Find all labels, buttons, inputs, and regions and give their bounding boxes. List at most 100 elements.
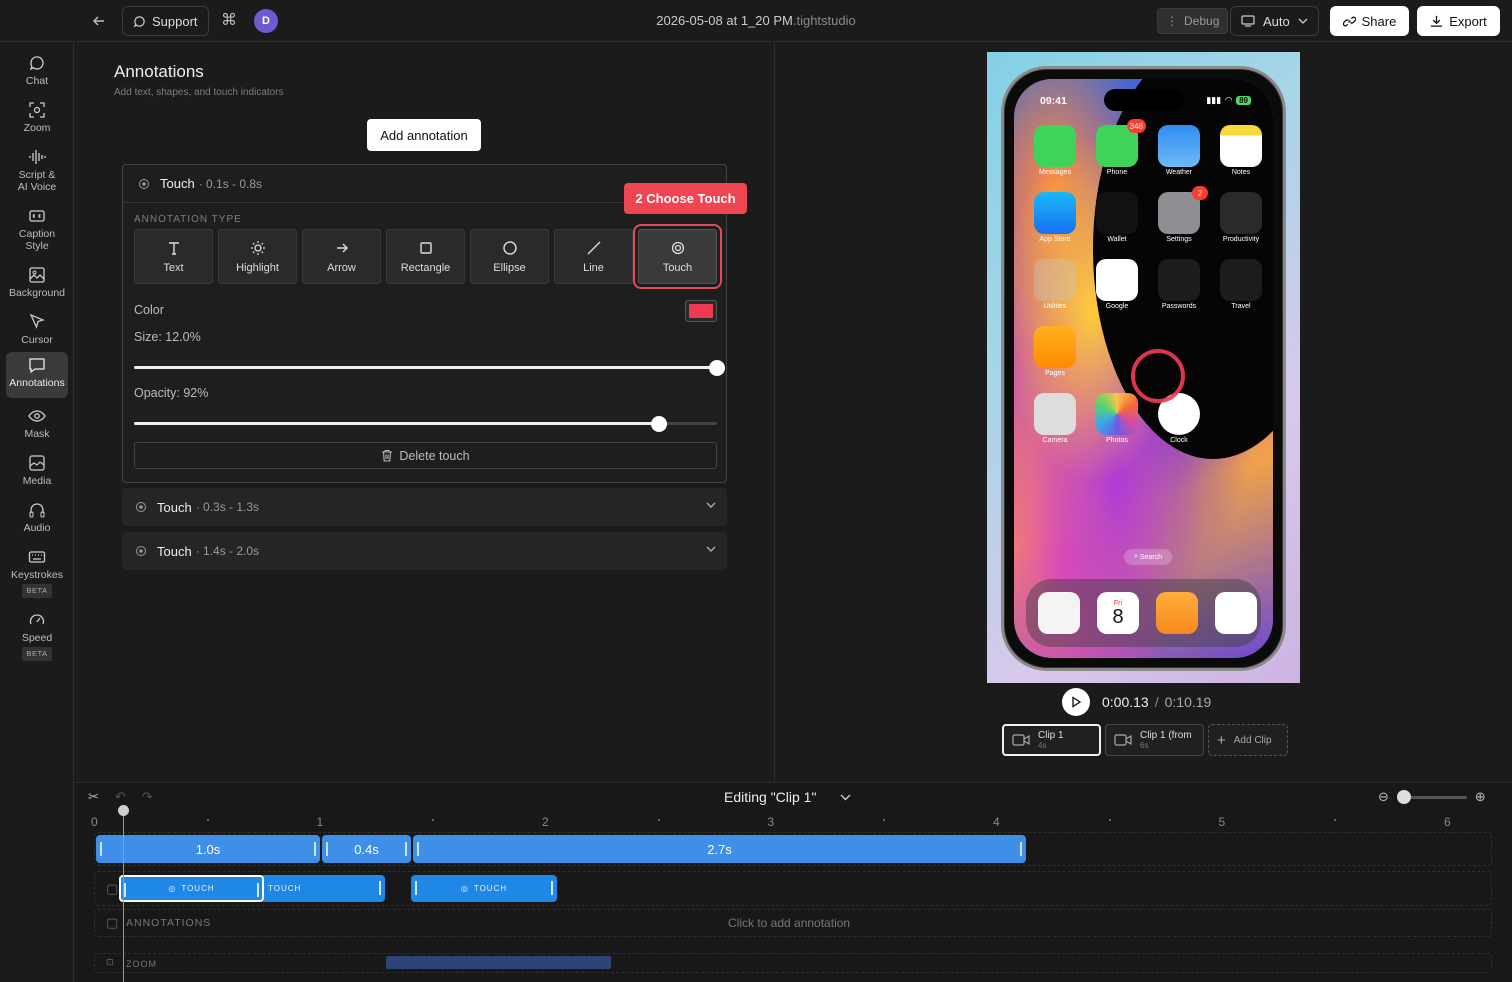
sidebar-item-cursor[interactable]: Cursor xyxy=(6,309,68,350)
touch-icon xyxy=(136,546,146,556)
playhead-handle[interactable] xyxy=(118,805,129,816)
clip-segment[interactable]: 0.4s xyxy=(322,835,411,863)
redo-icon[interactable]: ↷ xyxy=(142,789,153,805)
play-button[interactable] xyxy=(1062,688,1090,716)
add-clip-button[interactable]: + Add Clip xyxy=(1208,724,1288,756)
sidebar-item-script-ai-voice[interactable]: Script & AI Voice xyxy=(6,144,68,197)
annotation-time-range: · 1.4s - 2.0s xyxy=(195,544,260,558)
touch-clip-selected[interactable]: ◎ TOUCH xyxy=(119,875,264,902)
touch-icon xyxy=(139,178,149,189)
slider-thumb[interactable] xyxy=(709,360,725,376)
clip-segment[interactable]: 2.7s xyxy=(413,835,1026,863)
annotation-time-range: · 0.1s - 0.8s xyxy=(198,176,263,191)
app-travel: Travel xyxy=(1219,259,1263,310)
back-button[interactable] xyxy=(88,10,110,32)
zoom-segment[interactable] xyxy=(386,956,611,969)
scissors-icon[interactable]: ✂ xyxy=(88,789,99,805)
playback-controls: 0:00.13 / 0:10.19 xyxy=(1062,688,1211,716)
sidebar-item-keystrokes[interactable]: Keystrokes BETA xyxy=(6,544,68,602)
resize-handle[interactable] xyxy=(379,881,381,895)
notification-badge: 348 xyxy=(1126,119,1146,133)
color-picker[interactable] xyxy=(685,300,717,322)
sidebar-item-audio[interactable]: Audio xyxy=(6,497,68,538)
resize-handle[interactable] xyxy=(124,883,126,897)
battery-level: 89 xyxy=(1236,96,1251,105)
add-annotation-button[interactable]: Add annotation xyxy=(367,119,481,151)
type-highlight-button[interactable]: Highlight xyxy=(218,229,297,284)
type-label: Touch xyxy=(662,261,693,274)
sidebar-item-label: Media xyxy=(22,475,52,487)
clip-duration: 4s xyxy=(1038,741,1047,750)
phone-icon: 348 xyxy=(1096,119,1146,167)
clip-segment[interactable]: 1.0s xyxy=(96,835,320,863)
annotations-track-label: ANNOTATIONS xyxy=(126,917,212,929)
sidebar-item-mask[interactable]: Mask xyxy=(6,403,68,444)
sidebar-item-speed[interactable]: Speed BETA xyxy=(6,607,68,665)
zoom-out-icon[interactable]: ⊖ xyxy=(1378,789,1389,805)
resize-handle[interactable] xyxy=(415,881,417,895)
sidebar-item-chat[interactable]: Chat xyxy=(6,50,68,91)
annotation-card-collapsed[interactable]: Touch · 0.3s - 1.3s xyxy=(122,488,727,526)
beta-badge: BETA xyxy=(22,647,52,661)
avatar[interactable]: D xyxy=(254,9,278,33)
resize-handle[interactable] xyxy=(551,881,553,895)
app-phone: 348 Phone xyxy=(1095,119,1146,176)
command-icon[interactable]: ⌘ xyxy=(219,10,239,32)
type-text-button[interactable]: Text xyxy=(134,229,213,284)
touch-clip[interactable]: ◎ TOUCH xyxy=(411,875,557,902)
square-icon xyxy=(419,241,432,254)
export-label: Export xyxy=(1449,13,1487,29)
clip-card[interactable]: Clip 1 4s xyxy=(1002,724,1101,756)
undo-icon[interactable]: ↶ xyxy=(115,789,126,805)
opacity-slider[interactable] xyxy=(134,416,717,432)
slider-thumb[interactable] xyxy=(650,416,667,432)
export-button[interactable]: Export xyxy=(1417,6,1500,36)
sidebar-item-annotations[interactable]: Annotations xyxy=(6,352,68,398)
playhead[interactable] xyxy=(123,811,124,982)
video-canvas[interactable]: 09:41 ▮▮▮ ◠ 89 Messages 348 Phone Weather… xyxy=(987,52,1300,683)
ruler-tick-label: 2 xyxy=(542,815,549,829)
sidebar-item-caption-style[interactable]: Caption Style xyxy=(6,203,68,256)
sidebar-item-zoom[interactable]: Zoom xyxy=(6,97,68,138)
annotation-card-collapsed[interactable]: Touch · 1.4s - 2.0s xyxy=(122,532,727,570)
debug-label: Debug xyxy=(1184,14,1220,28)
sidebar-item-background[interactable]: Background xyxy=(6,262,68,303)
total-duration: 0:10.19 xyxy=(1164,694,1212,710)
quality-dropdown[interactable]: Auto xyxy=(1230,6,1319,36)
sidebar-item-media[interactable]: Media xyxy=(6,450,68,491)
delete-touch-button[interactable]: Delete touch xyxy=(134,442,717,469)
slider-thumb[interactable] xyxy=(1396,789,1411,804)
zoom-in-icon[interactable]: ⊕ xyxy=(1475,789,1486,805)
timeline: ✂ ↶ ↷ Editing "Clip 1" ⊖ ⊕ 0123456 1.0s … xyxy=(74,782,1512,982)
support-button[interactable]: Support xyxy=(122,6,209,36)
editing-clip-dropdown[interactable]: Editing "Clip 1" xyxy=(724,789,851,805)
type-rectangle-button[interactable]: Rectangle xyxy=(386,229,465,284)
ruler-half-tick xyxy=(432,819,435,821)
touch-clip[interactable]: TOUCH xyxy=(260,875,385,902)
sidebar-item-label: Script & AI Voice xyxy=(17,169,57,193)
chevron-down-icon[interactable] xyxy=(705,499,717,511)
debug-button[interactable]: ⋮ Debug xyxy=(1157,8,1229,34)
top-bar: Support ⌘ D 2026-05-08 at 1_20 PM.tights… xyxy=(0,0,1512,42)
share-button[interactable]: Share xyxy=(1330,6,1409,36)
clip-card[interactable]: Clip 1 (from 6s xyxy=(1105,724,1204,756)
type-line-button[interactable]: Line xyxy=(554,229,633,284)
phone-dock: Fri 8 xyxy=(1026,579,1261,647)
ruler-tick-label: 4 xyxy=(993,815,1000,829)
click-to-add-hint[interactable]: Click to add annotation xyxy=(728,916,850,930)
resize-handle[interactable] xyxy=(257,883,259,897)
timeline-zoom-slider[interactable] xyxy=(1396,789,1467,804)
chevron-down-icon[interactable] xyxy=(705,543,717,555)
monitor-icon xyxy=(1241,15,1255,27)
zoom-track[interactable] xyxy=(94,953,1492,973)
ruler-half-tick xyxy=(1334,819,1337,821)
type-arrow-button[interactable]: Arrow xyxy=(302,229,381,284)
type-touch-button[interactable]: Touch xyxy=(633,224,722,289)
maps-icon xyxy=(1038,592,1080,634)
annotation-type-selector: Text Highlight Arrow Rectangle Ellipse L… xyxy=(134,224,722,289)
type-ellipse-button[interactable]: Ellipse xyxy=(470,229,549,284)
slider-fill xyxy=(134,366,717,369)
sidebar-item-label: Mask xyxy=(24,428,50,440)
ruler-tick-label: 3 xyxy=(767,815,775,829)
size-slider[interactable] xyxy=(134,360,725,376)
